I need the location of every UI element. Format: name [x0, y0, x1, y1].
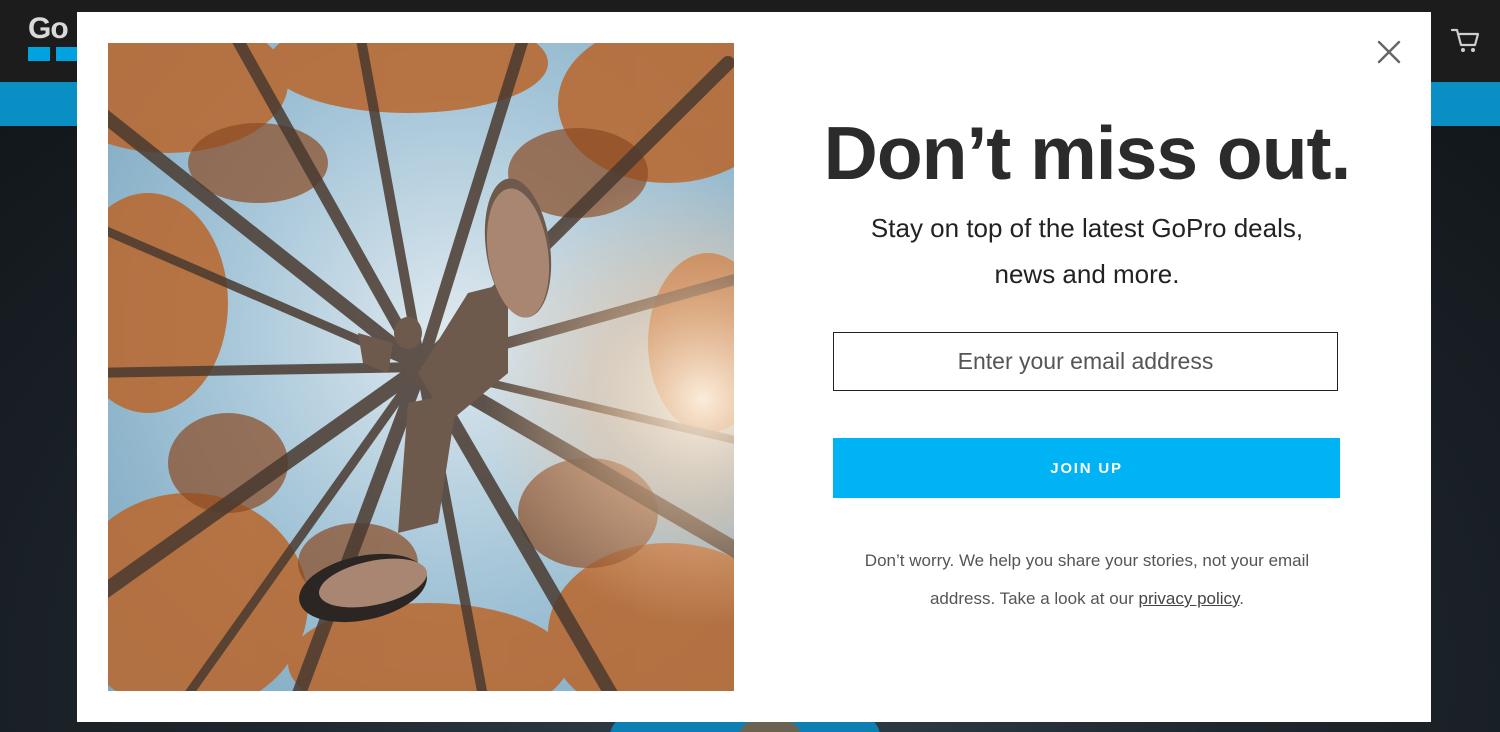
disclaimer-line-2-prefix: address. Take a look at our	[929, 589, 1139, 608]
newsletter-modal: Don’t miss out. Stay on top of the lates…	[77, 12, 1431, 722]
subhead-line-2: news and more.	[994, 259, 1180, 289]
signup-panel: Don’t miss out. Stay on top of the lates…	[777, 12, 1397, 722]
privacy-policy-link[interactable]: privacy policy	[1139, 589, 1240, 608]
logo-square-left	[28, 47, 50, 61]
shopping-cart-icon[interactable]	[1450, 26, 1480, 54]
email-input[interactable]	[833, 332, 1338, 391]
privacy-disclaimer: Don’t worry. We help you share your stor…	[807, 542, 1367, 618]
join-up-button[interactable]: JOIN UP	[833, 438, 1340, 498]
subhead: Stay on top of the latest GoPro deals, n…	[777, 205, 1397, 297]
subhead-line-1: Stay on top of the latest GoPro deals,	[870, 213, 1304, 243]
headline: Don’t miss out.	[823, 111, 1352, 195]
disclaimer-line-1: Don’t worry. We help you share your stor…	[864, 551, 1310, 570]
forest-runner-photo	[108, 43, 734, 691]
disclaimer-line-2: address. Take a look at our privacy poli…	[807, 580, 1367, 618]
logo-square-right	[56, 47, 78, 61]
logo-text: Go	[28, 12, 69, 45]
disclaimer-line-2-suffix: .	[1239, 589, 1245, 608]
